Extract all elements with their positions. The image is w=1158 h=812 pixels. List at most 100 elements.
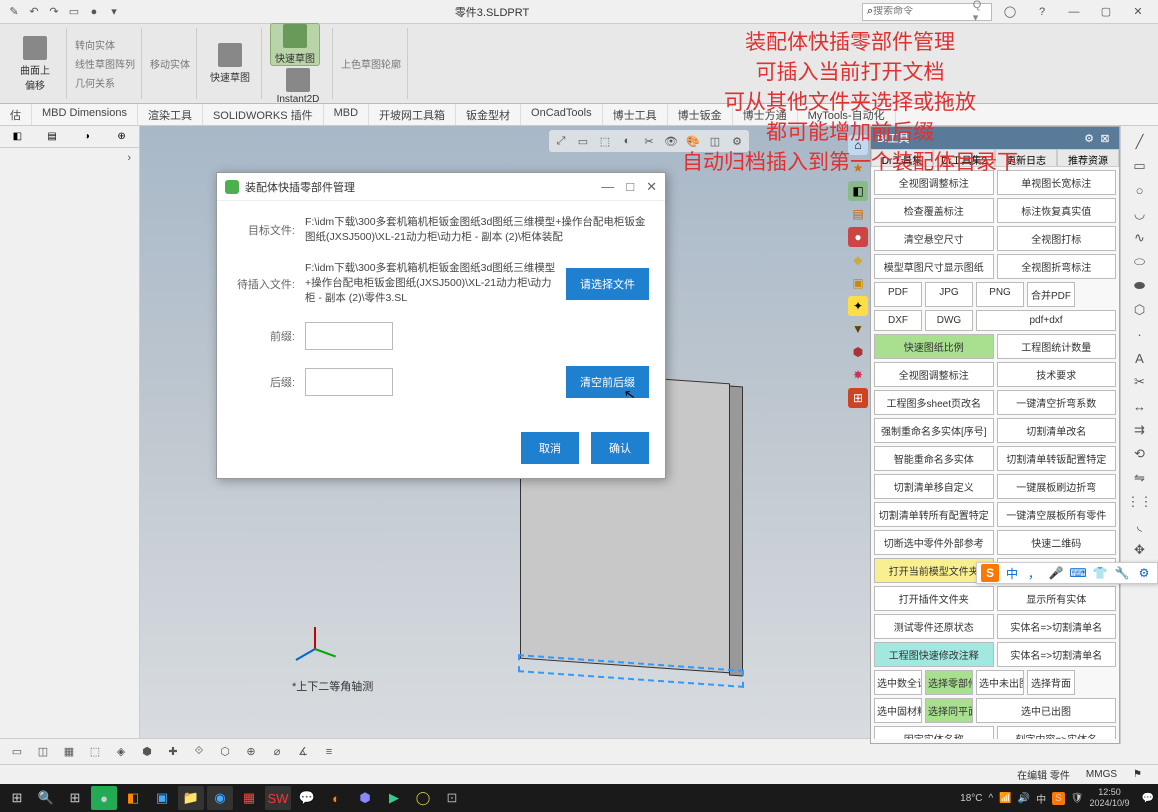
select-file-button[interactable]: 请选择文件 <box>566 268 649 300</box>
qat-save-icon[interactable]: ✎ <box>6 4 22 20</box>
tab-mytools[interactable]: MyTools-自动化 <box>798 104 896 125</box>
tool-button[interactable]: DWG <box>925 310 973 331</box>
taskpane-resources-icon[interactable]: ★ <box>848 158 868 178</box>
ribbon-relations[interactable]: 几何关系 <box>75 74 135 91</box>
view-settings-icon[interactable]: ⚙ <box>727 132 747 150</box>
panel-close-icon[interactable]: ⊠ <box>1097 132 1113 145</box>
tool-button[interactable]: 刻字内容=>实体名 <box>997 726 1117 739</box>
taskpane-appearance-icon[interactable]: ● <box>848 227 868 247</box>
tool-button[interactable]: 合并PDF <box>1027 282 1075 307</box>
confirm-button[interactable]: 确认 <box>591 432 649 464</box>
taskpane-custom-icon[interactable]: ◆ <box>848 250 868 270</box>
tray-shield-icon[interactable]: 🛡 <box>1071 793 1084 804</box>
tool-button[interactable]: 全视图调整标注 <box>874 170 994 195</box>
bt-1[interactable]: ▭ <box>6 742 28 762</box>
ime-keyboard-icon[interactable]: ⌨ <box>1069 564 1087 582</box>
search-go-icon[interactable]: Q ▾ <box>973 0 987 24</box>
start-button[interactable]: ⊞ <box>4 786 30 810</box>
view-zoom-icon[interactable]: ⤢ <box>551 132 571 150</box>
vt-text-icon[interactable]: A <box>1127 348 1153 368</box>
fm-tab-1[interactable]: ◧ <box>0 126 35 147</box>
qat-redo-icon[interactable]: ↷ <box>46 4 62 20</box>
taskpane-home-icon[interactable]: ⌂ <box>848 135 868 155</box>
tab-oncad[interactable]: OnCadTools <box>521 104 603 125</box>
tool-button[interactable]: 打开插件文件夹 <box>874 586 994 611</box>
tray-volume-icon[interactable]: 🔊 <box>1018 793 1030 804</box>
tool-button[interactable]: 选中已出图 <box>976 698 1116 723</box>
vt-offset-icon[interactable]: ⇉ <box>1127 420 1153 440</box>
tool-button[interactable]: PDF <box>874 282 922 307</box>
vt-fillet-icon[interactable]: ◟ <box>1127 516 1153 536</box>
tool-button[interactable]: 强制重命名多实体[序号] <box>874 418 994 443</box>
bt-9[interactable]: ⬡ <box>214 742 236 762</box>
suffix-input[interactable] <box>305 368 393 396</box>
task-app5[interactable]: ◐ <box>323 786 349 810</box>
tool-button[interactable]: 切割清单移自定义 <box>874 474 994 499</box>
vt-pattern-icon[interactable]: ⋮⋮ <box>1127 492 1153 512</box>
rp-tab-1[interactable]: Dr工具集 <box>871 149 933 167</box>
qat-pin-icon[interactable]: ● <box>86 4 102 20</box>
task-app4[interactable]: ▦ <box>236 786 262 810</box>
bt-2[interactable]: ◫ <box>32 742 54 762</box>
bt-13[interactable]: ≡ <box>318 742 340 762</box>
qat-undo-icon[interactable]: ↶ <box>26 4 42 20</box>
tool-button[interactable]: 快速图纸比例 <box>874 334 994 359</box>
tab-mbd-dim[interactable]: MBD Dimensions <box>32 104 138 125</box>
tab-boshi1[interactable]: 博士工具 <box>603 104 668 125</box>
close-button[interactable]: ✕ <box>1126 3 1150 21</box>
vt-ellipse-icon[interactable]: ⬭ <box>1127 252 1153 272</box>
taskpane-addin4-icon[interactable]: ⬢ <box>848 342 868 362</box>
bt-5[interactable]: ◈ <box>110 742 132 762</box>
panel-collapse[interactable]: › <box>0 148 139 168</box>
tab-kaipo[interactable]: 开坡网工具箱 <box>369 104 456 125</box>
tool-button[interactable]: 实体名=>切割清单名 <box>997 614 1117 639</box>
vt-rect-icon[interactable]: ▭ <box>1127 156 1153 176</box>
tool-button[interactable]: 检查覆盖标注 <box>874 198 994 223</box>
tab-sw-addins[interactable]: SOLIDWORKS 插件 <box>203 104 324 125</box>
tray-clock[interactable]: 12:50 2024/10/9 <box>1090 787 1136 809</box>
tool-button[interactable]: 选中未出图 <box>976 670 1024 695</box>
tool-button[interactable]: 实体名=>切割清单名 <box>997 642 1117 667</box>
minimize-button[interactable]: — <box>1062 3 1086 21</box>
tool-button[interactable]: 全视图打标 <box>997 226 1117 251</box>
taskpane-addin6-icon[interactable]: ⊞ <box>848 388 868 408</box>
tool-button[interactable]: 选择同平面 <box>925 698 973 723</box>
tray-ime-icon[interactable]: 中 <box>1036 791 1046 806</box>
dialog-minimize[interactable]: — <box>601 179 614 195</box>
status-flag-icon[interactable]: ⚑ <box>1125 769 1150 780</box>
bt-11[interactable]: ⌀ <box>266 742 288 762</box>
cancel-button[interactable]: 取消 <box>521 432 579 464</box>
tool-button[interactable]: 单视图长宽标注 <box>997 170 1117 195</box>
tool-button[interactable]: 一键清空展板所有零件 <box>997 502 1117 527</box>
tool-button[interactable]: 切断选中零件外部参考 <box>874 530 994 555</box>
prefix-input[interactable] <box>305 322 393 350</box>
task-view-icon[interactable]: ⊞ <box>62 786 88 810</box>
fm-tab-4[interactable]: ⊕ <box>104 126 139 147</box>
taskpane-design-icon[interactable]: ◧ <box>848 181 868 201</box>
tool-button[interactable]: 工程图统计数量 <box>997 334 1117 359</box>
fm-tab-2[interactable]: ▤ <box>35 126 70 147</box>
tray-chevron-icon[interactable]: ^ <box>989 793 994 804</box>
ribbon-surface-offset[interactable]: 曲面上 偏移 <box>10 36 60 92</box>
tool-button[interactable]: 标注恢复真实值 <box>997 198 1117 223</box>
tool-button[interactable]: DXF <box>874 310 922 331</box>
taskpane-addin1-icon[interactable]: ▣ <box>848 273 868 293</box>
tool-button[interactable]: 全视图调整标注 <box>874 362 994 387</box>
tray-sogou-icon[interactable]: S <box>1052 792 1065 805</box>
tool-button[interactable]: 技术要求 <box>997 362 1117 387</box>
view-fit-icon[interactable]: ▭ <box>573 132 593 150</box>
tool-button[interactable]: 显示所有实体 <box>997 586 1117 611</box>
vt-arc-icon[interactable]: ◡ <box>1127 204 1153 224</box>
view-section-icon[interactable]: ✂ <box>639 132 659 150</box>
bt-6[interactable]: ⬢ <box>136 742 158 762</box>
ime-sogou-icon[interactable]: S <box>981 564 999 582</box>
task-solidworks[interactable]: SW <box>265 786 291 810</box>
ribbon-convert[interactable]: 转向实体 <box>75 36 135 53</box>
taskpane-addin3-icon[interactable]: ▼ <box>848 319 868 339</box>
vt-polygon-icon[interactable]: ⬡ <box>1127 300 1153 320</box>
task-edge[interactable]: ◉ <box>207 786 233 810</box>
task-app2[interactable]: ◧ <box>120 786 146 810</box>
view-appearance-icon[interactable]: 🎨 <box>683 132 703 150</box>
bt-12[interactable]: ∡ <box>292 742 314 762</box>
tool-button[interactable]: pdf+dxf <box>976 310 1116 331</box>
